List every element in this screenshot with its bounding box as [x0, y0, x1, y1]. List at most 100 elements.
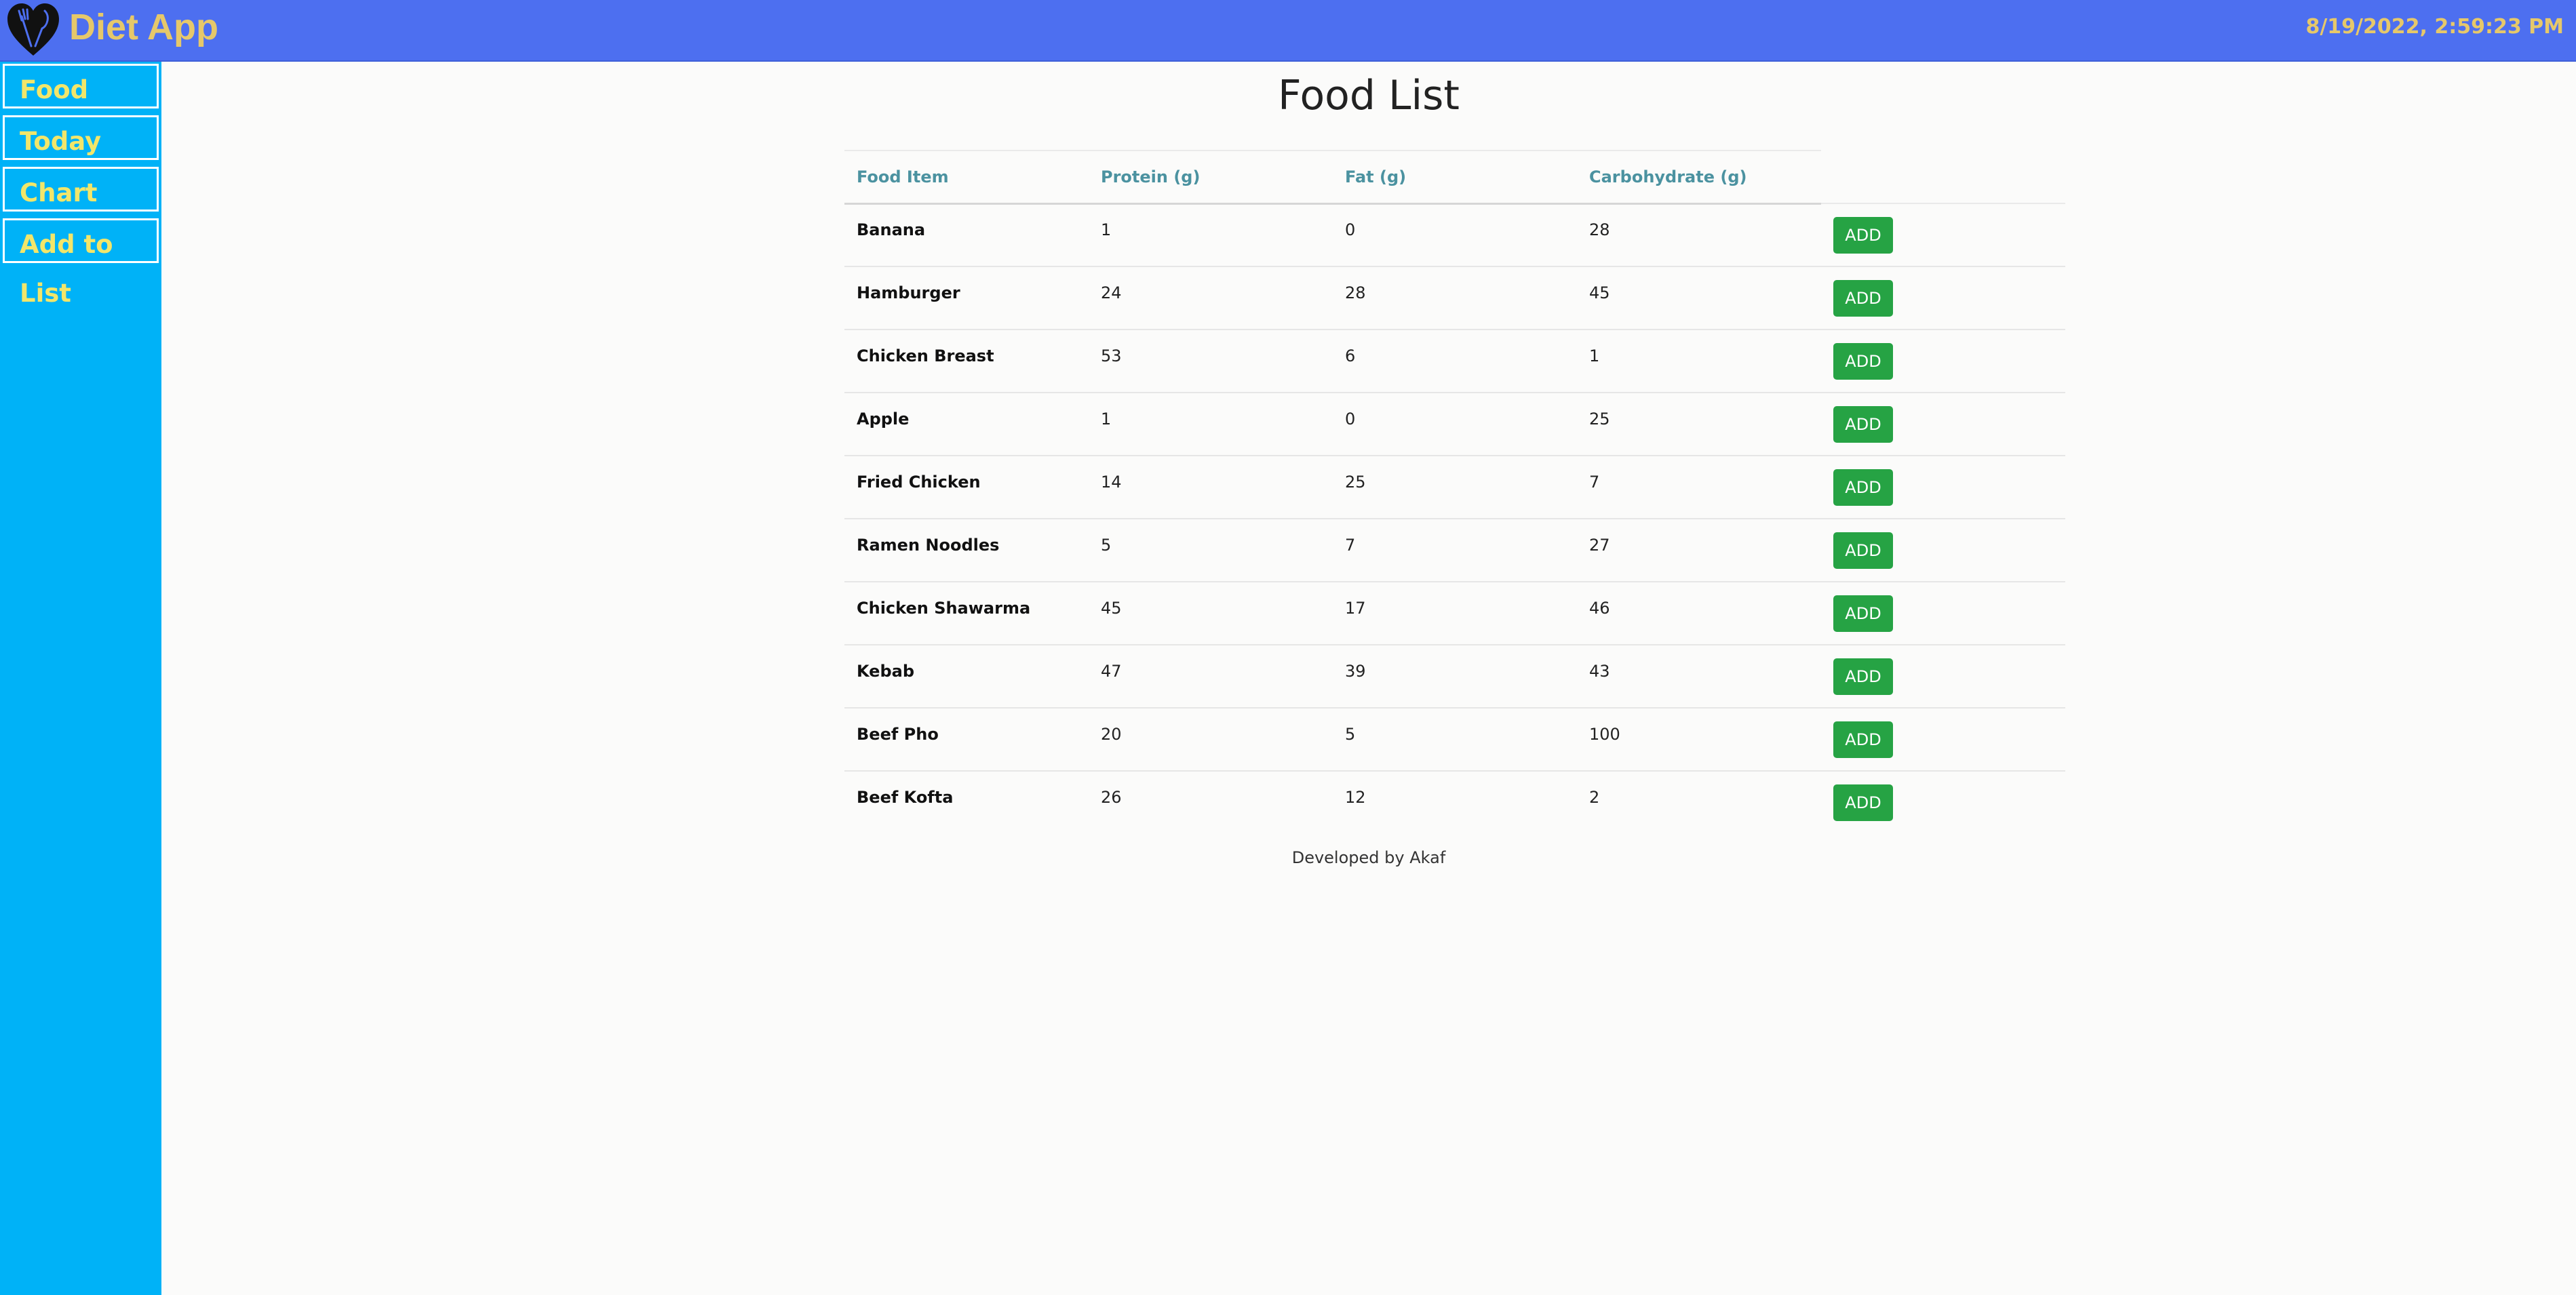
- food-name-text: Ramen Noodles: [857, 535, 1000, 555]
- table-row: Banana 1 0 28 ADD: [844, 203, 2065, 267]
- protein-text: 26: [1101, 788, 1122, 807]
- protein-cell: 45: [1089, 582, 1333, 645]
- sidebar-item-add-to-list[interactable]: Add to List: [3, 218, 159, 308]
- action-cell: ADD: [1821, 708, 2065, 772]
- table-row: Hamburger 24 28 45 ADD: [844, 266, 2065, 330]
- action-cell: ADD: [1821, 203, 2065, 267]
- food-name-cell: Beef Kofta: [844, 771, 1089, 834]
- carbohydrate-text: 7: [1589, 472, 1600, 492]
- table-row: Ramen Noodles 5 7 27 ADD: [844, 519, 2065, 582]
- fat-text: 0: [1345, 409, 1356, 429]
- protein-cell: 20: [1089, 708, 1333, 772]
- protein-cell: 47: [1089, 645, 1333, 709]
- table-row: Beef Pho 20 5 100 ADD: [844, 708, 2065, 772]
- protein-cell: 14: [1089, 456, 1333, 519]
- food-name-text: Beef Kofta: [857, 788, 954, 807]
- top-bar: Diet App 8/19/2022, 2:59:23 PM: [0, 0, 2576, 62]
- add-food-button[interactable]: ADD: [1833, 784, 1893, 821]
- sidebar-item-chart[interactable]: Chart: [3, 167, 159, 212]
- food-name-text: Banana: [857, 220, 926, 239]
- table-row: Kebab 47 39 43 ADD: [844, 645, 2065, 709]
- fat-text: 39: [1345, 661, 1366, 681]
- footer-credit: Developed by Akaf: [1291, 848, 1446, 867]
- food-table-container: Food Item Protein (g) Fat (g) Carbohydra…: [844, 150, 2065, 834]
- fat-cell: 17: [1333, 582, 1577, 645]
- food-name-cell: Beef Pho: [844, 708, 1089, 772]
- fat-text: 0: [1345, 220, 1356, 239]
- carbohydrate-cell: 7: [1577, 456, 1821, 519]
- food-name-text: Fried Chicken: [857, 472, 981, 492]
- protein-cell: 1: [1089, 393, 1333, 456]
- carbohydrate-text: 100: [1589, 724, 1620, 744]
- carbohydrate-text: 45: [1589, 283, 1610, 302]
- food-name-cell: Banana: [844, 203, 1089, 267]
- column-header-food-item: Food Item: [844, 150, 1089, 205]
- action-cell: ADD: [1821, 330, 2065, 393]
- carbohydrate-text: 46: [1589, 598, 1610, 618]
- add-food-button[interactable]: ADD: [1833, 469, 1893, 506]
- protein-text: 5: [1101, 535, 1112, 555]
- column-header-protein: Protein (g): [1089, 150, 1333, 205]
- column-header-carbohydrate: Carbohydrate (g): [1577, 150, 1821, 205]
- food-name-cell: Hamburger: [844, 266, 1089, 330]
- add-food-button[interactable]: ADD: [1833, 721, 1893, 758]
- app-title: Diet App: [69, 7, 218, 47]
- add-food-button[interactable]: ADD: [1833, 342, 1893, 380]
- action-cell: ADD: [1821, 645, 2065, 709]
- protein-text: 47: [1101, 661, 1122, 681]
- add-food-button[interactable]: ADD: [1833, 279, 1893, 317]
- food-name-cell: Kebab: [844, 645, 1089, 709]
- food-name-cell: Ramen Noodles: [844, 519, 1089, 582]
- protein-cell: 53: [1089, 330, 1333, 393]
- protein-text: 1: [1101, 409, 1112, 429]
- carbohydrate-cell: 27: [1577, 519, 1821, 582]
- carbohydrate-cell: 46: [1577, 582, 1821, 645]
- carbohydrate-cell: 28: [1577, 203, 1821, 267]
- table-row: Beef Kofta 26 12 2 ADD: [844, 771, 2065, 834]
- fat-cell: 0: [1333, 393, 1577, 456]
- fat-cell: 12: [1333, 771, 1577, 834]
- add-food-button[interactable]: ADD: [1833, 216, 1893, 254]
- column-header-fat: Fat (g): [1333, 150, 1577, 205]
- carbohydrate-cell: 45: [1577, 266, 1821, 330]
- fat-text: 25: [1345, 472, 1366, 492]
- food-name-text: Apple: [857, 409, 910, 429]
- add-food-button[interactable]: ADD: [1833, 595, 1893, 632]
- carbohydrate-text: 2: [1589, 788, 1600, 807]
- protein-cell: 5: [1089, 519, 1333, 582]
- food-name-text: Chicken Shawarma: [857, 598, 1031, 618]
- sidebar-item-today[interactable]: Today: [3, 115, 159, 160]
- fat-cell: 0: [1333, 203, 1577, 267]
- carbohydrate-cell: 100: [1577, 708, 1821, 772]
- add-food-button[interactable]: ADD: [1833, 658, 1893, 695]
- column-header-action: [1821, 151, 2065, 204]
- action-cell: ADD: [1821, 771, 2065, 834]
- fat-text: 17: [1345, 598, 1366, 618]
- carbohydrate-cell: 25: [1577, 393, 1821, 456]
- protein-text: 20: [1101, 724, 1122, 744]
- action-cell: ADD: [1821, 519, 2065, 582]
- fat-cell: 28: [1333, 266, 1577, 330]
- add-food-button[interactable]: ADD: [1833, 532, 1893, 569]
- sidebar-item-food[interactable]: Food: [3, 64, 159, 108]
- protein-cell: 1: [1089, 203, 1333, 267]
- carbohydrate-text: 25: [1589, 409, 1610, 429]
- fat-cell: 7: [1333, 519, 1577, 582]
- add-food-button[interactable]: ADD: [1833, 405, 1893, 443]
- action-cell: ADD: [1821, 456, 2065, 519]
- fat-text: 12: [1345, 788, 1366, 807]
- fat-cell: 6: [1333, 330, 1577, 393]
- carbohydrate-text: 1: [1589, 346, 1600, 365]
- carbohydrate-cell: 2: [1577, 771, 1821, 834]
- fat-text: 6: [1345, 346, 1356, 365]
- fat-text: 28: [1345, 283, 1366, 302]
- fat-cell: 39: [1333, 645, 1577, 709]
- carbohydrate-text: 43: [1589, 661, 1610, 681]
- page-title: Food List: [1278, 72, 1460, 119]
- action-cell: ADD: [1821, 266, 2065, 330]
- fat-cell: 5: [1333, 708, 1577, 772]
- sidebar: Food Today Chart Add to List: [0, 62, 161, 1295]
- food-name-cell: Chicken Shawarma: [844, 582, 1089, 645]
- carbohydrate-cell: 43: [1577, 645, 1821, 709]
- action-cell: ADD: [1821, 393, 2065, 456]
